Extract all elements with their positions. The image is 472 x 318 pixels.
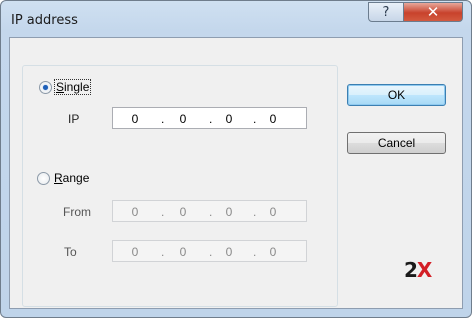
cancel-button[interactable]: Cancel	[347, 132, 446, 154]
help-button[interactable]: ?	[368, 2, 404, 22]
ip-label: IP	[68, 112, 80, 126]
ip-separator: .	[161, 245, 165, 259]
logo-x: X	[416, 258, 432, 282]
ip-separator: .	[253, 112, 257, 126]
from-octet-4[interactable]: 0	[263, 205, 283, 219]
to-octet-3[interactable]: 0	[219, 245, 239, 259]
range-radio-label[interactable]: Range	[54, 171, 89, 185]
single-radio[interactable]	[39, 81, 52, 94]
ok-button[interactable]: OK	[347, 84, 446, 106]
ip-separator: .	[209, 112, 213, 126]
title-bar[interactable]: IP address ? ✕	[1, 1, 471, 37]
ip-separator: .	[161, 112, 165, 126]
ip-octet-2[interactable]: 0	[173, 112, 193, 126]
2x-logo: 2X	[404, 258, 432, 282]
ip-selection-group	[22, 65, 338, 307]
ip-octet-4[interactable]: 0	[263, 112, 283, 126]
to-ip-input[interactable]: 0 . 0 . 0 . 0	[112, 240, 307, 262]
range-radio[interactable]	[37, 172, 50, 185]
from-octet-1[interactable]: 0	[125, 205, 145, 219]
ip-separator: .	[161, 205, 165, 219]
to-octet-4[interactable]: 0	[263, 245, 283, 259]
ip-separator: .	[253, 245, 257, 259]
to-label: To	[64, 245, 77, 259]
single-radio-label[interactable]: Single	[53, 79, 92, 95]
ip-address-dialog: IP address ? ✕ Single IP 0 . 0 . 0 . 0 R…	[0, 0, 472, 318]
ip-address-input[interactable]: 0 . 0 . 0 . 0	[112, 107, 307, 129]
ip-separator: .	[209, 205, 213, 219]
ip-separator: .	[253, 205, 257, 219]
ip-separator: .	[209, 245, 213, 259]
logo-2: 2	[404, 258, 418, 282]
help-icon: ?	[382, 4, 390, 20]
ip-octet-3[interactable]: 0	[219, 112, 239, 126]
close-icon: ✕	[426, 2, 440, 21]
close-button[interactable]: ✕	[403, 2, 463, 22]
from-label: From	[63, 205, 91, 219]
ip-octet-1[interactable]: 0	[125, 112, 145, 126]
from-octet-3[interactable]: 0	[219, 205, 239, 219]
dialog-body: Single IP 0 . 0 . 0 . 0 Range From 0 . 0…	[9, 37, 463, 309]
from-octet-2[interactable]: 0	[173, 205, 193, 219]
from-ip-input[interactable]: 0 . 0 . 0 . 0	[112, 200, 307, 222]
to-octet-2[interactable]: 0	[173, 245, 193, 259]
to-octet-1[interactable]: 0	[125, 245, 145, 259]
window-title: IP address	[11, 13, 78, 28]
